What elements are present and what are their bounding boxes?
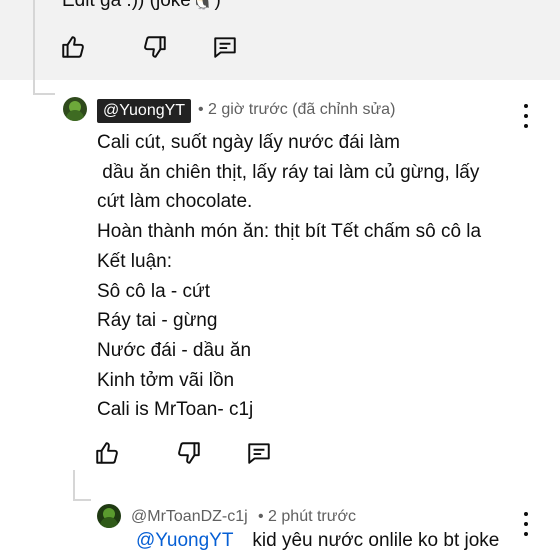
comment-text: Cali cút, suốt ngày lấy nước đái làm dầu… xyxy=(97,128,537,425)
reply-comment-icon xyxy=(248,443,270,464)
reply-text: kid yêu nước onlile ko bt joke xyxy=(252,530,500,551)
reply-timestamp: • 2 phút trước xyxy=(258,508,356,525)
reply-mention[interactable]: @YuongYT xyxy=(136,530,233,551)
reply-comment-icon xyxy=(214,37,236,58)
dislike-button[interactable] xyxy=(174,438,204,468)
thread-line xyxy=(33,0,35,95)
more-vertical-icon xyxy=(524,512,528,516)
prev-like-button[interactable] xyxy=(58,32,88,62)
comment-line: Kinh tởm vãi lồn xyxy=(97,369,235,391)
thumbs-down-icon xyxy=(144,36,166,58)
reply-thread-line xyxy=(73,470,75,500)
comment-author[interactable]: @YuongYT xyxy=(97,99,192,123)
thumbs-up-icon xyxy=(62,36,84,58)
avatar[interactable] xyxy=(63,97,87,121)
thumbs-down-icon xyxy=(178,442,200,464)
comment-line: dầu ăn chiên thịt, lấy ráy tai làm củ gừ… xyxy=(97,161,480,183)
thread-line-curve xyxy=(33,93,55,95)
reply-more-button[interactable] xyxy=(520,512,532,536)
avatar-image xyxy=(63,97,87,121)
reply-button[interactable] xyxy=(244,438,274,468)
comment-line: Nước đái - dầu ăn xyxy=(97,339,252,361)
comment-line: Cali is MrToan- c1j xyxy=(97,399,254,421)
reply-author[interactable]: @MrToanDZ-c1j xyxy=(131,508,248,526)
like-button[interactable] xyxy=(92,438,122,468)
comment-line: Cali cút, suốt ngày lấy nước đái làm xyxy=(97,132,400,153)
avatar-image xyxy=(97,504,121,528)
more-vertical-icon xyxy=(524,104,528,108)
previous-comment-text: Edit ga :)) (joke🐧) xyxy=(62,0,221,11)
comment-line: Sô cô la - cứt xyxy=(97,280,211,302)
comment-timestamp: • 2 giờ trước (đã chỉnh sửa) xyxy=(198,101,396,118)
reply-avatar[interactable] xyxy=(97,504,121,528)
comment-line: Hoàn thành món ăn: thịt bít Tết chấm sô … xyxy=(97,221,482,243)
comment-line: cứt làm chocolate. xyxy=(97,191,253,213)
reply-text-line: @YuongYT kid yêu nước onlile ko bt joke xyxy=(136,530,499,552)
comment-more-button[interactable] xyxy=(520,104,532,128)
prev-reply-button[interactable] xyxy=(210,32,240,62)
prev-dislike-button[interactable] xyxy=(140,32,170,62)
comment-line: Kết luận: xyxy=(97,250,172,272)
thumbs-up-icon xyxy=(96,442,118,464)
reply-thread-line-curve xyxy=(73,499,91,501)
comment-line: Ráy tai - gừng xyxy=(97,310,218,332)
